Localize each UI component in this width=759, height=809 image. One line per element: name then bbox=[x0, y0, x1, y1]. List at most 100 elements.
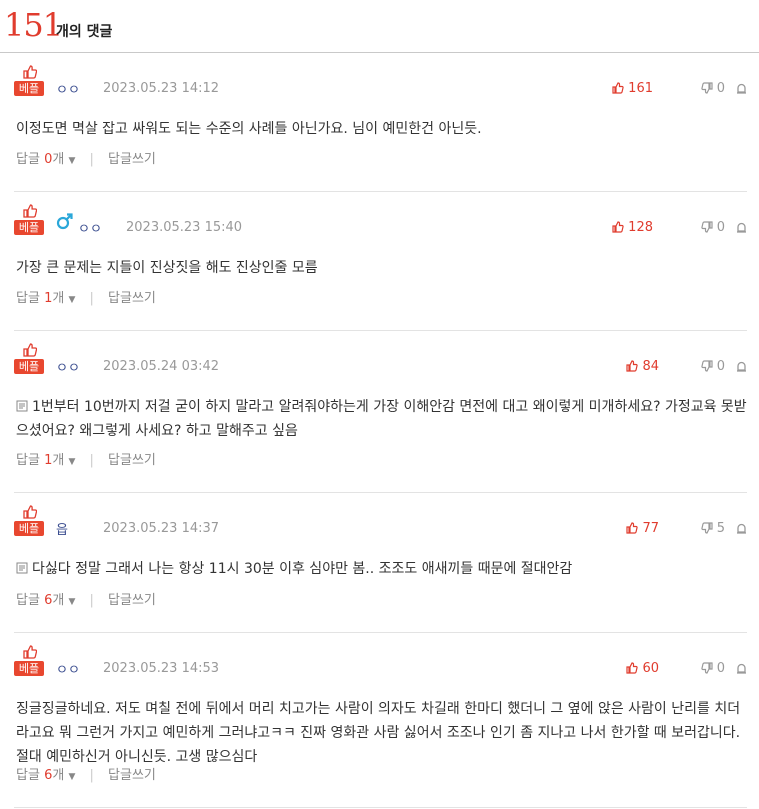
comment-list: 베플 ㅇㅇ 2023.05.23 14:12 161 0 이정도면 멱살 잡고 … bbox=[0, 53, 759, 808]
comment-body: 가장 큰 문제는 지들이 진상짓을 해도 진상인줄 모름 bbox=[14, 244, 747, 280]
comment-author[interactable]: ㅇㅇ bbox=[56, 79, 80, 98]
chevron-down-icon: ▼ bbox=[68, 772, 76, 782]
write-reply-button[interactable]: 답글쓰기 bbox=[108, 453, 156, 468]
comment-body: 이정도면 멱살 잡고 싸워도 되는 수준의 사례들 아닌가요. 님이 예민한건 … bbox=[14, 105, 747, 141]
best-label: 베플 bbox=[14, 220, 44, 235]
report-icon bbox=[736, 220, 747, 235]
reply-label: 답글 bbox=[16, 291, 40, 306]
comment-count-label: 개의 댓글 bbox=[56, 24, 113, 40]
reply-toggle[interactable]: 답글 6개 ▼ bbox=[16, 593, 80, 608]
report-icon bbox=[736, 521, 747, 536]
downvote-button[interactable]: 0 bbox=[700, 81, 725, 96]
best-comment-badge: 베플 bbox=[14, 505, 44, 537]
reply-toggle[interactable]: 답글 1개 ▼ bbox=[16, 453, 80, 468]
report-icon bbox=[736, 661, 747, 676]
reply-label: 답글 bbox=[16, 768, 40, 783]
best-comment-badge: 베플 bbox=[14, 343, 44, 375]
upvote-button[interactable]: 128 bbox=[612, 220, 653, 235]
comment-author[interactable]: ㅇㅇ bbox=[56, 357, 80, 376]
comment-date: 2023.05.24 03:42 bbox=[103, 359, 220, 374]
downvote-button[interactable]: 5 bbox=[700, 521, 725, 536]
comment-item: 베플 ㅇㅇ 2023.05.23 14:53 60 0 징글징글하네요. 저도 … bbox=[14, 633, 747, 808]
thumbs-down-icon bbox=[700, 81, 713, 96]
write-reply-button[interactable]: 답글쓰기 bbox=[108, 768, 156, 783]
report-button[interactable] bbox=[736, 81, 747, 96]
image-attachment-icon bbox=[16, 561, 32, 577]
divider: | bbox=[89, 291, 94, 306]
reply-row: 답글 0개 ▼ | 답글쓰기 bbox=[14, 137, 156, 183]
thumbs-up-icon bbox=[626, 661, 638, 676]
report-button[interactable] bbox=[736, 521, 747, 536]
comment-meta: 베플 ㅇㅇ 2023.05.23 14:53 60 0 bbox=[14, 645, 747, 685]
comment-author[interactable]: ㅇㅇ bbox=[78, 218, 102, 237]
comments-header: 151 개의 댓글 bbox=[0, 0, 759, 53]
thumbs-down-icon bbox=[700, 359, 713, 374]
reply-toggle[interactable]: 답글 0개 ▼ bbox=[16, 152, 80, 167]
reply-unit: 개 bbox=[52, 768, 65, 783]
thumbs-down-icon bbox=[700, 521, 713, 536]
downvote-count: 5 bbox=[716, 521, 725, 536]
downvote-button[interactable]: 0 bbox=[700, 359, 725, 374]
image-attachment-icon bbox=[16, 399, 32, 415]
report-button[interactable] bbox=[736, 220, 747, 235]
downvote-button[interactable]: 0 bbox=[700, 220, 725, 235]
divider: | bbox=[89, 593, 94, 608]
comment-meta: 베플 ㅇㅇ 2023.05.23 14:12 161 0 bbox=[14, 65, 747, 105]
chevron-down-icon: ▼ bbox=[68, 597, 76, 607]
thumbs-down-icon bbox=[700, 661, 713, 676]
comment-author[interactable]: 읍 bbox=[56, 519, 68, 538]
comment-meta: 베플 ㅇㅇ 2023.05.24 03:42 84 0 bbox=[14, 343, 747, 383]
reply-unit: 개 bbox=[52, 453, 65, 468]
thumbs-up-icon bbox=[626, 359, 638, 374]
best-comment-badge: 베플 bbox=[14, 65, 44, 97]
comment-count: 151 bbox=[4, 6, 63, 44]
comment-meta: 베플 읍 2023.05.23 14:37 77 5 bbox=[14, 505, 747, 545]
report-button[interactable] bbox=[736, 661, 747, 676]
reply-row: 답글 6개 ▼ | 답글쓰기 bbox=[14, 578, 156, 624]
comment-author[interactable]: ㅇㅇ bbox=[56, 659, 80, 678]
thumbs-up-icon bbox=[626, 521, 638, 536]
upvote-button[interactable]: 84 bbox=[626, 359, 659, 374]
divider: | bbox=[89, 152, 94, 167]
thumbs-up-icon bbox=[612, 220, 624, 235]
upvote-button[interactable]: 77 bbox=[626, 521, 659, 536]
downvote-count: 0 bbox=[716, 220, 725, 235]
comment-date: 2023.05.23 14:53 bbox=[103, 661, 220, 676]
reply-label: 답글 bbox=[16, 152, 40, 167]
divider: | bbox=[89, 768, 94, 783]
chevron-down-icon: ▼ bbox=[68, 295, 76, 305]
comment-item: 베플 ㅇㅇ 2023.05.24 03:42 84 0 1번부터 10번까지 저… bbox=[14, 331, 747, 493]
best-label: 베플 bbox=[14, 521, 44, 536]
best-label: 베플 bbox=[14, 661, 44, 676]
comment-item: 베플 ㅇㅇ 2023.05.23 15:40 128 0 가장 큰 문제는 지들… bbox=[14, 192, 747, 331]
best-label: 베플 bbox=[14, 81, 44, 96]
thumbs-up-icon bbox=[612, 81, 624, 96]
upvote-button[interactable]: 60 bbox=[626, 661, 659, 676]
comment-text: 1번부터 10번까지 저걸 굳이 하지 말라고 알려줘야하는게 가장 이해안감 … bbox=[16, 399, 747, 439]
reply-toggle[interactable]: 답글 6개 ▼ bbox=[16, 768, 80, 783]
write-reply-button[interactable]: 답글쓰기 bbox=[108, 593, 156, 608]
reply-label: 답글 bbox=[16, 593, 40, 608]
downvote-button[interactable]: 0 bbox=[700, 661, 725, 676]
write-reply-button[interactable]: 답글쓰기 bbox=[108, 152, 156, 167]
upvote-count: 60 bbox=[642, 661, 659, 676]
report-button[interactable] bbox=[736, 359, 747, 374]
reply-unit: 개 bbox=[52, 593, 65, 608]
comment-date: 2023.05.23 14:37 bbox=[103, 521, 220, 536]
comment-item: 베플 ㅇㅇ 2023.05.23 14:12 161 0 이정도면 멱살 잡고 … bbox=[14, 53, 747, 192]
reply-row: 답글 6개 ▼ | 답글쓰기 bbox=[14, 753, 156, 799]
upvote-button[interactable]: 161 bbox=[612, 81, 653, 96]
comment-body: 다싫다 정말 그래서 나는 항상 11시 30분 이후 심야만 봄.. 조조도 … bbox=[14, 545, 747, 581]
upvote-count: 128 bbox=[628, 220, 653, 235]
downvote-count: 0 bbox=[716, 661, 725, 676]
upvote-count: 77 bbox=[642, 521, 659, 536]
report-icon bbox=[736, 81, 747, 96]
chevron-down-icon: ▼ bbox=[68, 457, 76, 467]
comment-text: 이정도면 멱살 잡고 싸워도 되는 수준의 사례들 아닌가요. 님이 예민한건 … bbox=[16, 121, 482, 137]
reply-toggle[interactable]: 답글 1개 ▼ bbox=[16, 291, 80, 306]
comment-body: 1번부터 10번까지 저걸 굳이 하지 말라고 알려줘야하는게 가장 이해안감 … bbox=[14, 383, 747, 443]
downvote-count: 0 bbox=[716, 81, 725, 96]
divider: | bbox=[89, 453, 94, 468]
best-comment-badge: 베플 bbox=[14, 645, 44, 677]
write-reply-button[interactable]: 답글쓰기 bbox=[108, 291, 156, 306]
